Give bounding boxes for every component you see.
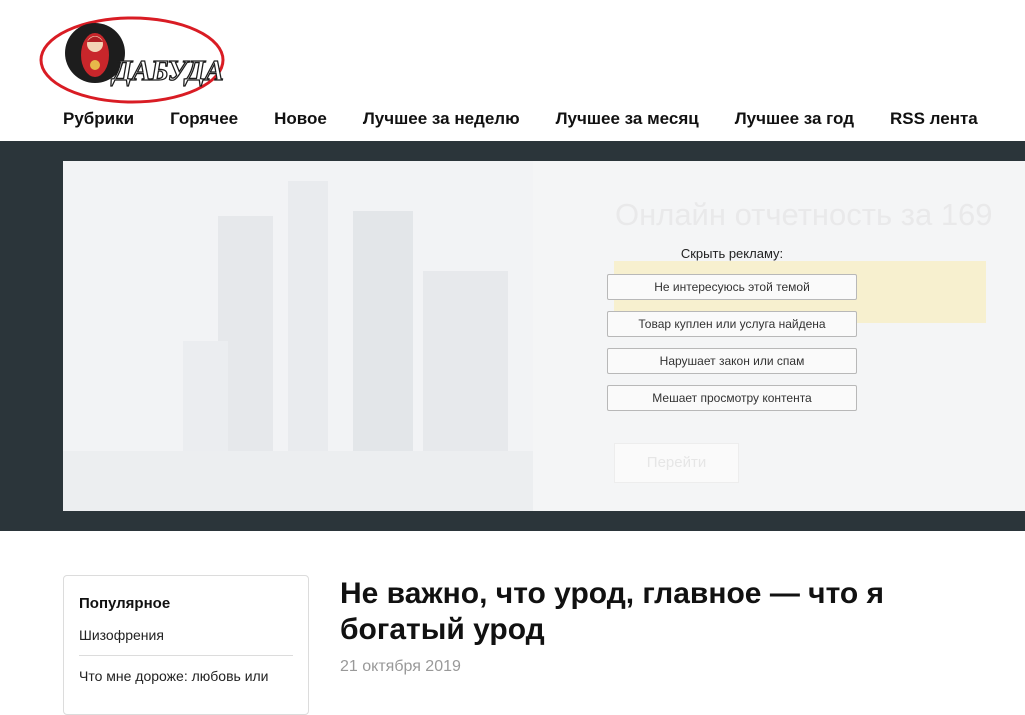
nav-best-week[interactable]: Лучшее за неделю xyxy=(363,109,520,129)
site-header: ДАБУДА Рубрики Горячее Новое Лучшее за н… xyxy=(0,0,1025,141)
nav-new[interactable]: Новое xyxy=(274,109,327,129)
ad-cta-button[interactable]: Перейти xyxy=(614,443,739,483)
hide-spam-button[interactable]: Нарушает закон или спам xyxy=(607,348,857,374)
nav-rubrics[interactable]: Рубрики xyxy=(63,109,134,129)
article: Не важно, что урод, главное — что я бога… xyxy=(340,576,980,676)
ad-band: Онлайн отчетность за 169 Перейти Скрыть … xyxy=(0,141,1025,531)
site-logo[interactable]: ДАБУДА xyxy=(38,15,226,105)
popular-sidebar: Популярное Шизофрения Что мне дороже: лю… xyxy=(63,575,309,715)
ad-banner[interactable]: Онлайн отчетность за 169 Перейти Скрыть … xyxy=(63,161,1025,511)
article-date: 21 октября 2019 xyxy=(340,658,461,675)
hide-not-interested-button[interactable]: Не интересуюсь этой темой xyxy=(607,274,857,300)
hide-ad-panel: Скрыть рекламу: Не интересуюсь этой темо… xyxy=(607,246,857,422)
nav-rss[interactable]: RSS лента xyxy=(890,109,978,129)
hide-obstructs-button[interactable]: Мешает просмотру контента xyxy=(607,385,857,411)
nav-best-month[interactable]: Лучшее за месяц xyxy=(556,109,699,129)
hide-ad-title: Скрыть рекламу: xyxy=(680,246,784,261)
sidebar-item-love[interactable]: Что мне дороже: любовь или xyxy=(79,668,293,696)
nav-best-year[interactable]: Лучшее за год xyxy=(735,109,854,129)
svg-text:ДАБУДА: ДАБУДА xyxy=(110,56,224,87)
sidebar-item-schizophrenia[interactable]: Шизофрения xyxy=(79,627,293,656)
ad-city-image xyxy=(63,161,533,511)
ad-headline: Онлайн отчетность за 169 xyxy=(615,197,993,232)
sidebar-title: Популярное xyxy=(79,595,171,612)
nav-hot[interactable]: Горячее xyxy=(170,109,238,129)
main-nav: Рубрики Горячее Новое Лучшее за неделю Л… xyxy=(63,109,978,129)
article-title[interactable]: Не важно, что урод, главное — что я бога… xyxy=(340,576,980,648)
hide-already-bought-button[interactable]: Товар куплен или услуга найдена xyxy=(607,311,857,337)
